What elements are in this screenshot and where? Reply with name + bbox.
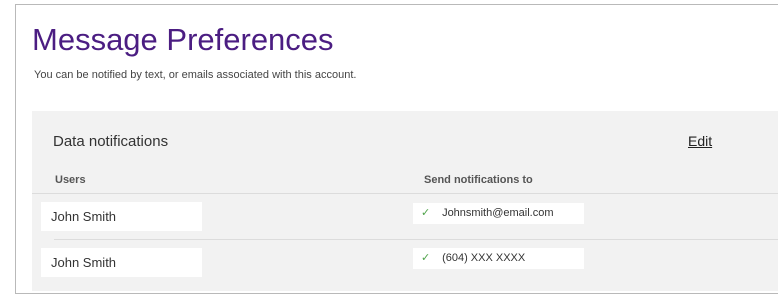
send-notifications-column-header: Send notifications to: [424, 174, 533, 186]
page-subtitle: You can be notified by text, or emails a…: [34, 69, 357, 81]
user-name-cell: John Smith: [41, 248, 202, 277]
user-name-cell: John Smith: [41, 202, 202, 231]
section-title: Data notifications: [53, 133, 169, 150]
edit-link[interactable]: Edit: [688, 133, 712, 150]
notification-contact-value: Johnsmith@email.com: [442, 207, 554, 219]
page-title: Message Preferences: [32, 22, 334, 57]
row-divider: [32, 193, 778, 194]
notification-contact-value: (604) XXX XXXX: [442, 252, 526, 264]
notification-contact-cell: ✓ (604) XXX XXXX: [413, 248, 584, 269]
data-notifications-panel: Data notifications Edit Users Send notif…: [32, 111, 778, 291]
users-column-header: Users: [55, 174, 86, 186]
check-icon: ✓: [421, 207, 431, 219]
row-divider: [54, 239, 778, 240]
notification-contact-cell: ✓ Johnsmith@email.com: [413, 203, 584, 224]
check-icon: ✓: [421, 252, 431, 264]
